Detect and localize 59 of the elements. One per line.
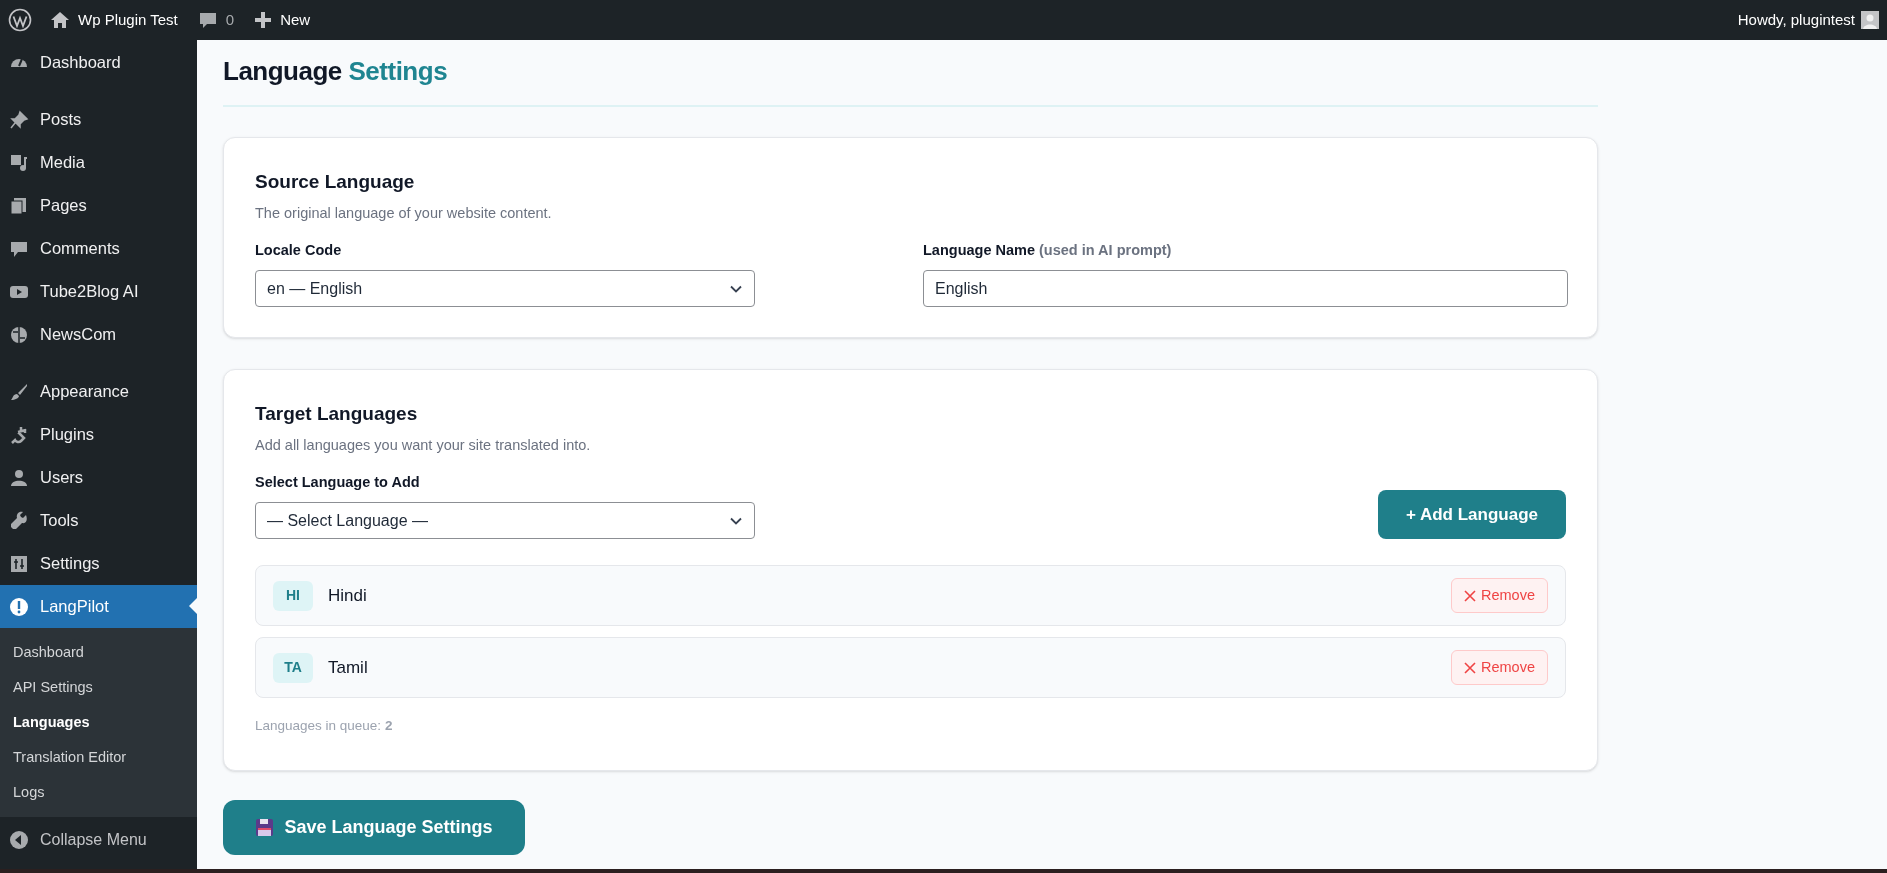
exclamation-icon [9, 596, 29, 617]
sidebar-item[interactable]: NewsCom [0, 313, 197, 356]
sidebar-item[interactable]: Users [0, 456, 197, 499]
account-menu[interactable]: Howdy, plugintest [1729, 0, 1887, 40]
sidebar-item[interactable]: Settings [0, 542, 197, 585]
language-name: Tamil [328, 656, 368, 679]
submenu-item[interactable]: Dashboard [0, 635, 197, 670]
field-label: Locale Code [255, 241, 343, 261]
home-icon [50, 10, 70, 30]
collapse-menu-button[interactable]: Collapse Menu [0, 817, 197, 863]
close-icon [1464, 589, 1476, 602]
pushpin-icon [9, 109, 29, 130]
pages-icon [9, 195, 29, 216]
save-button[interactable]: Save Language Settings [223, 800, 525, 856]
locale-select[interactable]: en — English [255, 270, 755, 307]
wordpress-logo-icon [8, 8, 32, 32]
sidebar-item[interactable]: LangPilot [0, 585, 197, 628]
sidebar-item[interactable]: Media [0, 141, 197, 184]
wrench-icon [9, 510, 29, 531]
sidebar-item[interactable]: Plugins [0, 413, 197, 456]
card-title: Source Language [255, 170, 416, 194]
site-name-link[interactable]: Wp Plugin Test [40, 0, 188, 40]
field-label: Select Language to Add [255, 473, 421, 493]
language-name: Hindi [328, 584, 367, 607]
language-name-field[interactable]: English [923, 270, 1568, 307]
sliders-icon [9, 553, 29, 574]
submenu-item[interactable]: API Settings [0, 670, 197, 705]
sidebar-item[interactable]: Dashboard [0, 41, 197, 84]
current-menu-pointer [189, 598, 197, 614]
sidebar-item[interactable]: Pages [0, 184, 197, 227]
remove-button[interactable]: Remove [1451, 578, 1548, 613]
queue-count-text: Languages in queue: 2 [255, 717, 394, 735]
avatar-icon [1861, 11, 1879, 29]
plus-icon [254, 11, 273, 29]
language-select[interactable]: — Select Language — [255, 502, 755, 539]
language-code-badge: TA [273, 652, 313, 683]
language-code-badge: HI [273, 580, 313, 611]
card-description: Add all languages you want your site translated into. [255, 435, 592, 455]
field-label: Language Name (used in AI prompt) [923, 241, 1173, 261]
sidebar-item[interactable]: Tube2Blog AI [0, 270, 197, 313]
remove-button[interactable]: Remove [1451, 650, 1548, 685]
sidebar-item[interactable]: Posts [0, 98, 197, 141]
media-icon [9, 152, 29, 173]
card-title: Target Languages [255, 402, 419, 426]
new-content-link[interactable]: New [244, 0, 321, 40]
submenu-item[interactable]: Logs [0, 775, 197, 810]
page-heading: Language Settings [223, 55, 449, 88]
speech-bubble-icon [197, 10, 218, 30]
user-icon [9, 467, 29, 488]
submenu-item[interactable]: Languages [0, 705, 197, 740]
globe-icon [9, 324, 29, 345]
card-description: The original language of your website content. [255, 203, 553, 223]
sidebar-item[interactable]: Comments [0, 227, 197, 270]
add-language-button[interactable]: + Add Language [1377, 490, 1566, 539]
comments-link[interactable]: 0 [187, 0, 245, 40]
close-icon [1464, 661, 1476, 674]
sidebar-item[interactable]: Appearance [0, 370, 197, 413]
sidebar-item[interactable]: Tools [0, 499, 197, 542]
submenu-item[interactable]: Translation Editor [0, 740, 197, 775]
